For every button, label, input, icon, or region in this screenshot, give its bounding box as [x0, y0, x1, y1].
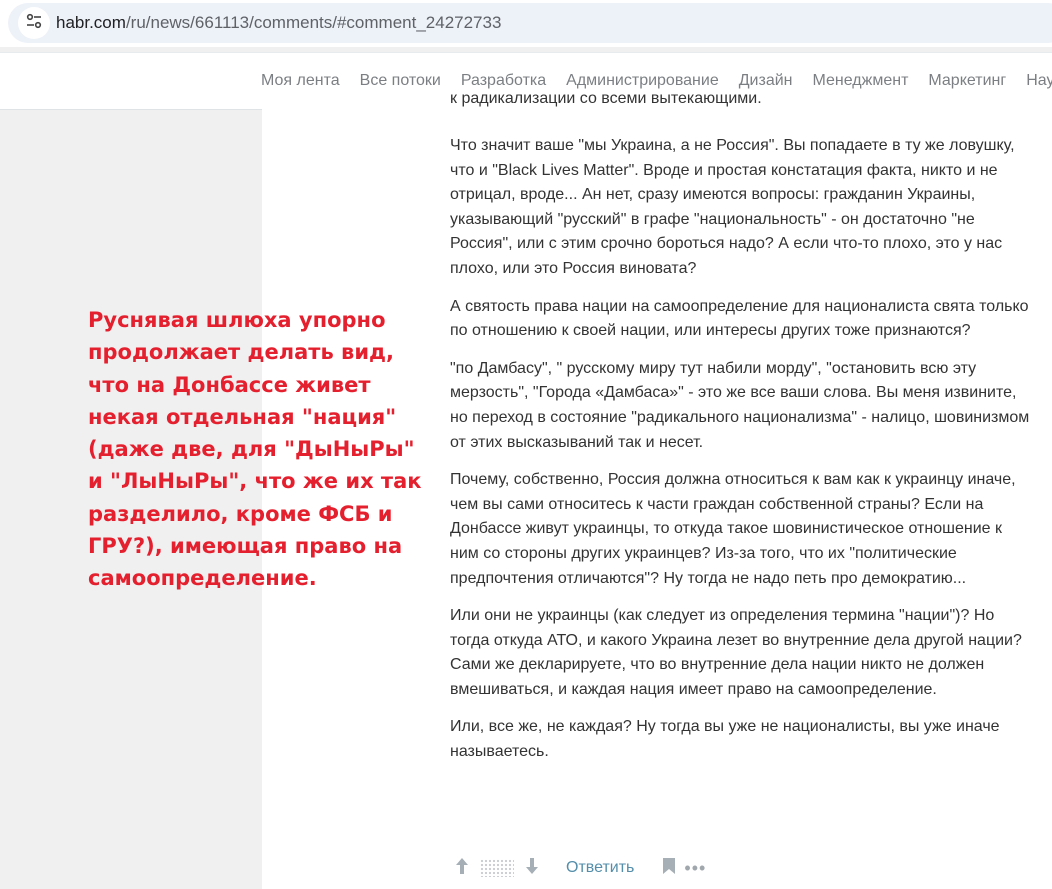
- bookmark-icon: [662, 857, 676, 880]
- comment-paragraph: "по Дамбасу", " русскому миру тут набили…: [450, 359, 1030, 451]
- comment-paragraph: Почему, собственно, Россия должна относи…: [450, 471, 1016, 587]
- address-bar[interactable]: habr.com/ru/news/661113/comments/#commen…: [8, 3, 1052, 43]
- nav-item-administration[interactable]: Администрирование: [566, 72, 719, 90]
- arrow-up-icon: [455, 857, 469, 880]
- score-value-blurred: [480, 859, 514, 877]
- arrow-down-icon: [525, 857, 539, 880]
- comment-paragraph: Или, все же, не каждая? Ну тогда вы уже …: [450, 718, 1000, 761]
- comment-paragraph: А святость права нации на самоопределени…: [450, 297, 1029, 340]
- more-options-button[interactable]: •••: [684, 858, 706, 879]
- comment-paragraph: Что значит ваше "мы Украина, а не Россия…: [450, 137, 1015, 277]
- comment-body: Что значит ваше "мы Украина, а не Россия…: [450, 134, 1035, 778]
- overlay-annotation: Руснявая шлюха упорно продолжает делать …: [88, 308, 422, 591]
- downvote-button[interactable]: [520, 856, 544, 880]
- nav-item-marketing[interactable]: Маркетинг: [928, 72, 1006, 90]
- tune-icon: [25, 12, 43, 35]
- upvote-button[interactable]: [450, 856, 474, 880]
- comment-paragraph: Или они не украинцы (как следует из опре…: [450, 607, 1022, 698]
- url-path: /ru/news/661113/comments/#comment_242727…: [125, 13, 502, 32]
- nav-item-all-streams[interactable]: Все потоки: [360, 72, 441, 90]
- reply-button[interactable]: Ответить: [566, 859, 634, 877]
- nav-item-design[interactable]: Дизайн: [739, 72, 793, 90]
- site-info-button[interactable]: [18, 7, 50, 39]
- comment-footer: Ответить •••: [450, 854, 706, 882]
- nav-item-science[interactable]: Науч: [1026, 72, 1052, 90]
- clipped-comment-line: к радикализации со всеми вытекающими.: [450, 94, 762, 107]
- url-host: habr.com: [56, 13, 126, 32]
- bookmark-button[interactable]: [660, 857, 678, 879]
- nav-item-development[interactable]: Разработка: [461, 72, 546, 90]
- nav-item-my-feed[interactable]: Моя лента: [261, 72, 340, 90]
- browser-toolbar: habr.com/ru/news/661113/comments/#commen…: [0, 0, 1052, 47]
- nav-item-management[interactable]: Менеджмент: [813, 72, 909, 90]
- url-text[interactable]: habr.com/ru/news/661113/comments/#commen…: [56, 3, 501, 43]
